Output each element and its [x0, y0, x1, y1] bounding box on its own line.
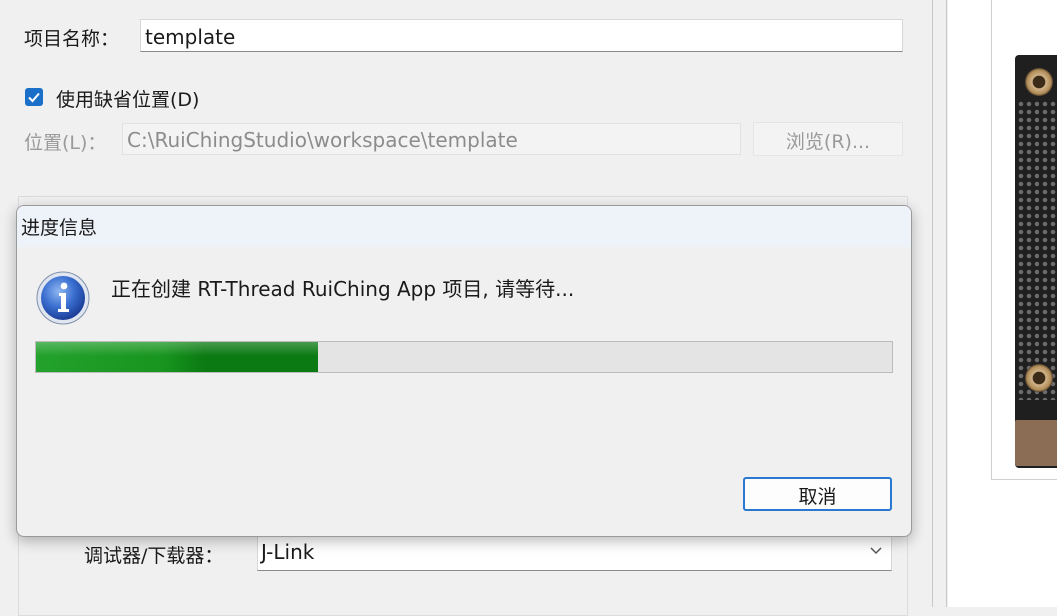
progress-dialog: 进度信息 正在创建 RT-Thread RuiChing App 项目, 请等待… [16, 205, 912, 537]
progress-message: 正在创建 RT-Thread RuiChing App 项目, 请等待... [111, 277, 575, 301]
use-default-location-label[interactable]: 使用缺省位置(D) [56, 85, 199, 112]
cancel-button[interactable]: 取消 [743, 477, 892, 511]
pin-header-left [1017, 100, 1039, 400]
mount-hole-top [1025, 68, 1053, 96]
mount-hole-bottom [1025, 364, 1053, 392]
checkmark-icon [28, 92, 40, 103]
info-icon [36, 271, 90, 325]
location-label: 位置(L)： [24, 132, 107, 154]
chevron-down-icon [870, 547, 882, 555]
project-name-input[interactable]: template [140, 19, 903, 52]
browse-button[interactable]: 浏览(R)... [753, 122, 903, 156]
progress-bar-fill [36, 342, 319, 372]
dialog-title[interactable]: 进度信息 [17, 206, 911, 247]
debugger-label: 调试器/下载器： [84, 545, 224, 567]
location-input[interactable]: C:\RuiChingStudio\workspace\template [122, 123, 741, 155]
debugger-select[interactable]: J-Link [257, 535, 892, 571]
project-name-label: 项目名称： [24, 28, 120, 50]
pin-header-right [1041, 100, 1057, 400]
board-image [1015, 55, 1057, 468]
usb-connector [1015, 420, 1057, 466]
use-default-location-checkbox[interactable] [25, 88, 43, 106]
pane-divider-2 [946, 0, 947, 607]
debugger-value: J-Link [261, 540, 315, 564]
pane-divider [932, 0, 933, 607]
progress-bar [35, 341, 893, 373]
